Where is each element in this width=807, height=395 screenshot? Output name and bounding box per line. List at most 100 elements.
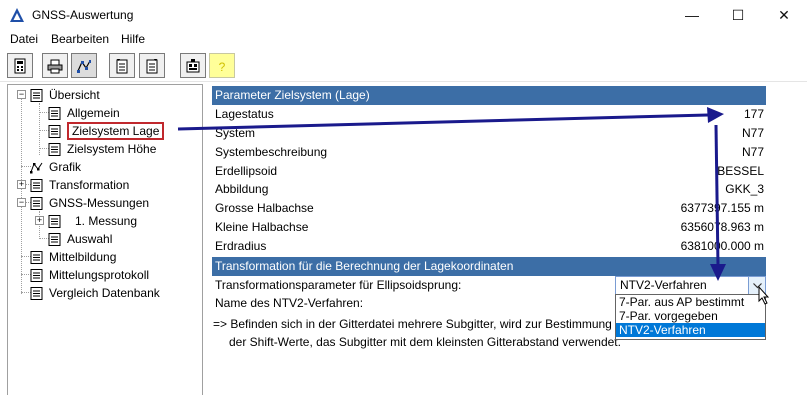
doc-export-icon (146, 58, 158, 73)
tree-item-gnss-messungen[interactable]: GNSS-Messungen (30, 194, 149, 212)
tree-item-transformation[interactable]: Transformation (30, 176, 129, 194)
dropdown-option[interactable]: 7-Par. vorgegeben (616, 309, 765, 323)
property-row-systembeschreibung[interactable]: Systembeschreibung N77 (212, 143, 766, 162)
property-label: Lagestatus (215, 107, 274, 121)
property-label: Name des NTV2-Verfahren: (215, 296, 364, 310)
property-row-abbildung[interactable]: Abbildung GKK_3 (212, 180, 766, 199)
tree-item-zielsystem-lage[interactable]: Zielsystem Lage (48, 122, 165, 140)
tree-label: Vergleich Datenbank (49, 286, 160, 300)
menu-bearbeiten[interactable]: Bearbeiten (51, 32, 109, 46)
property-label: System (215, 126, 256, 140)
property-row-kleine-halbachse[interactable]: Kleine Halbachse 6356078.963 m (212, 218, 766, 237)
title-bar: GNSS-Auswertung — ☐ ✕ (0, 0, 807, 30)
tree-label-selected: Zielsystem Lage (67, 122, 165, 140)
property-row-erdradius[interactable]: Erdradius 6381000.000 m (212, 237, 766, 256)
window-title: GNSS-Auswertung (32, 8, 134, 22)
list-icon (30, 286, 43, 300)
property-value: N77 (741, 145, 764, 159)
tree-item-mittelbildung[interactable]: Mittelbildung (30, 248, 116, 266)
tree-label: Grafik (49, 160, 82, 174)
list-icon (30, 196, 43, 210)
property-row-grosse-halbachse[interactable]: Grosse Halbachse 6377397.155 m (212, 199, 766, 218)
printer-icon (47, 59, 63, 73)
tree-label: Mittelungsprotokoll (49, 268, 150, 282)
list-icon (48, 124, 61, 138)
toolbar: ? (0, 50, 807, 82)
help-button[interactable]: ? (209, 53, 235, 78)
tree-item-allgemein[interactable]: Allgemein (48, 104, 120, 122)
property-label: Transformationsparameter für Ellipsoidsp… (215, 278, 462, 292)
property-row-lagestatus[interactable]: Lagestatus 177 (212, 105, 766, 124)
list-icon (48, 106, 61, 120)
calculator-icon (14, 58, 26, 73)
dropdown-list: 7-Par. aus AP bestimmt 7-Par. vorgegeben… (615, 294, 766, 340)
note-text: => Befinden sich in der Gitterdatei mehr… (213, 317, 612, 331)
expand-messung-toggle[interactable]: + (35, 216, 44, 225)
app-logo-icon (10, 8, 24, 22)
property-label: Erdellipsoid (215, 164, 278, 178)
doc-export-button[interactable] (139, 53, 165, 78)
select-value: NTV2-Verfahren (620, 278, 707, 292)
tree-item-vergleich-datenbank[interactable]: Vergleich Datenbank (30, 284, 160, 302)
property-row-system[interactable]: System N77 (212, 124, 766, 143)
maximize-button[interactable]: ☐ (715, 0, 761, 30)
property-value: 6356078.963 m (680, 220, 764, 234)
tree-label: Mittelbildung (49, 250, 117, 264)
dropdown-option[interactable]: 7-Par. aus AP bestimmt (616, 295, 765, 309)
calculator-button[interactable] (7, 53, 33, 78)
graph-button[interactable] (71, 53, 97, 78)
tree-item-mittelungsprotokoll[interactable]: Mittelungsprotokoll (30, 266, 149, 284)
menu-hilfe[interactable]: Hilfe (121, 32, 145, 46)
menu-datei[interactable]: Datei (10, 32, 38, 46)
property-value: N77 (741, 126, 764, 140)
print-button[interactable] (42, 53, 68, 78)
dropdown-toggle[interactable] (748, 277, 765, 294)
tree-label: Zielsystem Höhe (67, 142, 157, 156)
section-header-zielsystem: Parameter Zielsystem (Lage) (212, 86, 766, 105)
database-button[interactable] (180, 53, 206, 78)
minimize-button[interactable]: — (669, 0, 715, 30)
property-value: GKK_3 (725, 182, 764, 196)
ellipsoid-method-select[interactable]: NTV2-Verfahren (615, 276, 766, 295)
doc-import-icon (116, 58, 128, 73)
tree-label: Allgemein (67, 106, 120, 120)
tree-item-grafik[interactable]: Grafik (30, 158, 81, 176)
navigation-tree: − + − + Übersicht Allgemein Zielsystem L… (7, 84, 203, 395)
menu-bar: Datei Bearbeiten Hilfe (0, 30, 807, 49)
list-icon (48, 232, 61, 246)
tree-item-messung-1[interactable]: 1. Messung (48, 212, 137, 230)
property-value: 6381000.000 m (680, 239, 764, 253)
tree-label: 1. Messung (75, 214, 138, 228)
database-icon (186, 58, 200, 72)
list-icon (48, 214, 61, 228)
property-label: Erdradius (215, 239, 267, 253)
dropdown-option-selected[interactable]: NTV2-Verfahren (616, 323, 765, 337)
tree-item-uebersicht[interactable]: Übersicht (30, 86, 100, 104)
list-icon (30, 268, 43, 282)
tree-item-zielsystem-hoehe[interactable]: Zielsystem Höhe (48, 140, 156, 158)
doc-import-button[interactable] (109, 53, 135, 78)
graph-icon (77, 59, 91, 73)
tree-label: Transformation (49, 178, 130, 192)
section-header-transformation: Transformation für die Berechnung der La… (212, 257, 766, 276)
note-text: der Shift-Werte, das Subgitter mit dem k… (229, 335, 621, 349)
property-label: Systembeschreibung (215, 145, 328, 159)
collapse-gnss-toggle[interactable]: − (17, 198, 26, 207)
list-icon (30, 250, 43, 264)
property-value: 177 (743, 107, 764, 121)
tree-item-auswahl[interactable]: Auswahl (48, 230, 112, 248)
property-row-erdellipsoid[interactable]: Erdellipsoid BESSEL (212, 162, 766, 181)
property-label: Kleine Halbachse (215, 220, 309, 234)
chevron-down-icon (752, 282, 762, 288)
tree-label: Übersicht (49, 88, 100, 102)
list-icon (30, 88, 43, 102)
list-icon (48, 142, 61, 156)
svg-text:?: ? (219, 60, 226, 74)
collapse-uebersicht-toggle[interactable]: − (17, 90, 26, 99)
close-button[interactable]: ✕ (761, 0, 807, 30)
tree-label: GNSS-Messungen (49, 196, 150, 210)
help-icon: ? (219, 60, 226, 74)
expand-transformation-toggle[interactable]: + (17, 180, 26, 189)
graph-icon (30, 162, 43, 173)
property-label: Abbildung (215, 182, 269, 196)
